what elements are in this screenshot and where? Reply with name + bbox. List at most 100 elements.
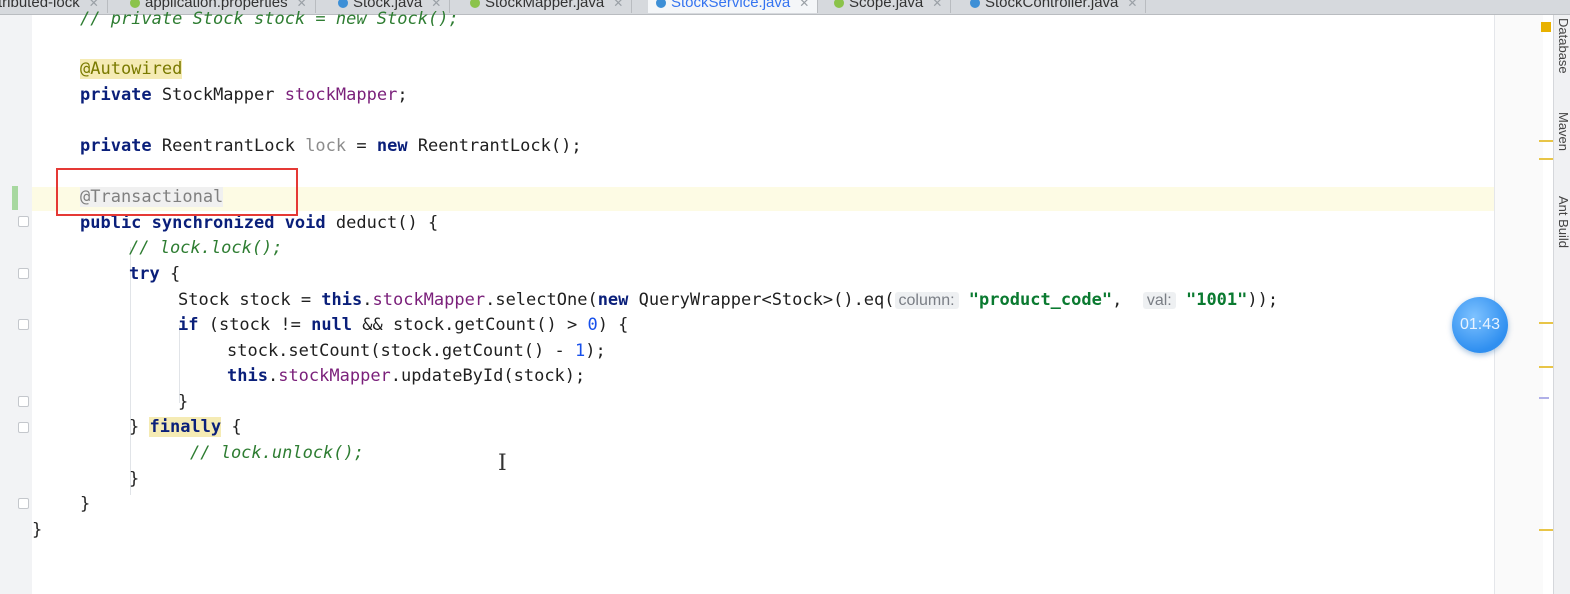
tab-stockmapper-java[interactable]: StockMapper.java ✕ [462, 0, 633, 13]
keyword: this [321, 290, 363, 310]
code-line: try { [129, 262, 180, 287]
tab-scope-java[interactable]: Scope.java ✕ [826, 0, 952, 13]
warning-marker[interactable] [1539, 529, 1553, 531]
punctuation: ) { [597, 315, 629, 335]
code-text: .selectOne( [485, 290, 598, 310]
tab-stockcontroller-java[interactable]: StockController.java ✕ [962, 0, 1147, 13]
tool-window-database[interactable]: Database [1556, 18, 1570, 74]
java-interface-icon [470, 0, 480, 8]
annotation-highlight-box [56, 168, 298, 216]
fold-marker[interactable] [18, 422, 29, 433]
unused-variable: lock [305, 136, 347, 156]
code-line: } [178, 390, 188, 415]
warning-marker[interactable] [1539, 322, 1553, 324]
code-editor[interactable]: // private Stock stock = new Stock(); @A… [32, 9, 1494, 594]
fold-marker[interactable] [18, 396, 29, 407]
tab-stockservice-java[interactable]: StockService.java ✕ [648, 0, 819, 13]
punctuation: . [362, 290, 373, 310]
string-literal: "1001" [1185, 290, 1248, 310]
type-name: StockMapper [151, 85, 285, 105]
code-text: Stock stock = [178, 290, 322, 310]
punctuation: } [80, 494, 91, 514]
java-class-icon [970, 0, 980, 8]
number-literal: 1 [575, 341, 586, 361]
close-icon[interactable]: ✕ [613, 0, 623, 13]
tool-window-ant-build[interactable]: Ant Build [1556, 196, 1570, 248]
keyword: private [80, 85, 152, 105]
comment: // lock.lock(); [129, 238, 283, 258]
code-line: } [80, 492, 90, 517]
number-literal: 0 [587, 315, 598, 335]
field-name: stockMapper [284, 85, 398, 105]
field-name: stockMapper [372, 290, 486, 310]
tab-label: StockMapper.java [485, 0, 605, 11]
annotation-autowired: @Autowired [80, 59, 183, 79]
right-tool-window-bar [1553, 15, 1570, 594]
keyword: if [178, 315, 199, 335]
comment: // lock.unlock(); [190, 443, 364, 463]
code-line: stock.setCount(stock.getCount() - 1); [227, 339, 606, 364]
code-text: .updateById(stock); [390, 366, 586, 386]
keyword: public synchronized void [80, 213, 326, 233]
code-line: // private Stock stock = new Stock(); [80, 7, 459, 32]
vcs-change-marker [12, 186, 18, 210]
punctuation: } [129, 417, 150, 437]
java-annotation-icon [834, 0, 844, 8]
keyword: new [376, 136, 408, 156]
warning-marker[interactable] [1539, 140, 1553, 142]
method-signature: deduct() { [325, 213, 439, 233]
code-line: } [32, 518, 42, 543]
string-literal: "product_code" [968, 290, 1113, 310]
fold-marker[interactable] [18, 319, 29, 330]
keyword: private [80, 136, 152, 156]
punctuation: { [159, 264, 181, 284]
punctuation: } [129, 469, 140, 489]
punctuation: ); [585, 341, 606, 361]
tab-label: tributed-lock [0, 0, 80, 11]
code-text: QueryWrapper<Stock>().eq( [628, 290, 895, 310]
code-line: // lock.unlock(); [190, 441, 364, 466]
fold-marker[interactable] [18, 216, 29, 227]
warning-marker[interactable] [1539, 366, 1553, 368]
timer-badge[interactable]: 01:43 [1452, 297, 1508, 353]
fold-marker[interactable] [18, 268, 29, 279]
tab-label: StockController.java [985, 0, 1119, 11]
warning-marker[interactable] [1539, 158, 1553, 160]
keyword: null [311, 315, 353, 335]
code-line: this.stockMapper.updateById(stock); [227, 364, 585, 389]
inspection-status-icon[interactable] [1541, 22, 1551, 32]
tab-label: StockService.java [671, 0, 791, 11]
code-line: if (stock != null && stock.getCount() > … [178, 313, 628, 338]
keyword: try [129, 264, 160, 284]
type-name: ReentrantLock [151, 136, 306, 156]
error-stripe[interactable] [1494, 15, 1553, 594]
keyword: new [597, 290, 629, 310]
text-cursor-icon: I [498, 451, 507, 476]
punctuation: . [267, 366, 279, 386]
parameter-hint: val: [1142, 292, 1176, 309]
punctuation: } [178, 392, 189, 412]
punctuation: )); [1247, 290, 1279, 310]
code-line: private StockMapper stockMapper; [80, 83, 408, 108]
operator: = [346, 136, 377, 156]
punctuation: , [1112, 290, 1143, 310]
code-line: } [129, 467, 139, 492]
info-marker[interactable] [1539, 397, 1549, 399]
close-icon[interactable]: ✕ [932, 0, 942, 13]
code-line: private ReentrantLock lock = new Reentra… [80, 134, 582, 159]
code-line: } finally { [129, 415, 242, 440]
java-class-icon [656, 0, 666, 8]
constructor-call: ReentrantLock(); [407, 136, 582, 156]
tool-window-maven[interactable]: Maven [1556, 112, 1570, 151]
keyword: finally [149, 417, 222, 437]
punctuation: } [32, 520, 43, 540]
code-line: // lock.lock(); [129, 236, 283, 261]
field-name: stockMapper [278, 366, 391, 386]
close-icon[interactable]: ✕ [1127, 0, 1137, 13]
comment: // private Stock stock = new Stock(); [80, 9, 459, 29]
parameter-hint: column: [894, 292, 959, 309]
fold-marker[interactable] [18, 498, 29, 509]
close-icon[interactable]: ✕ [799, 0, 809, 13]
code-text: && stock.getCount() > [352, 315, 588, 335]
tab-label: Scope.java [849, 0, 924, 11]
